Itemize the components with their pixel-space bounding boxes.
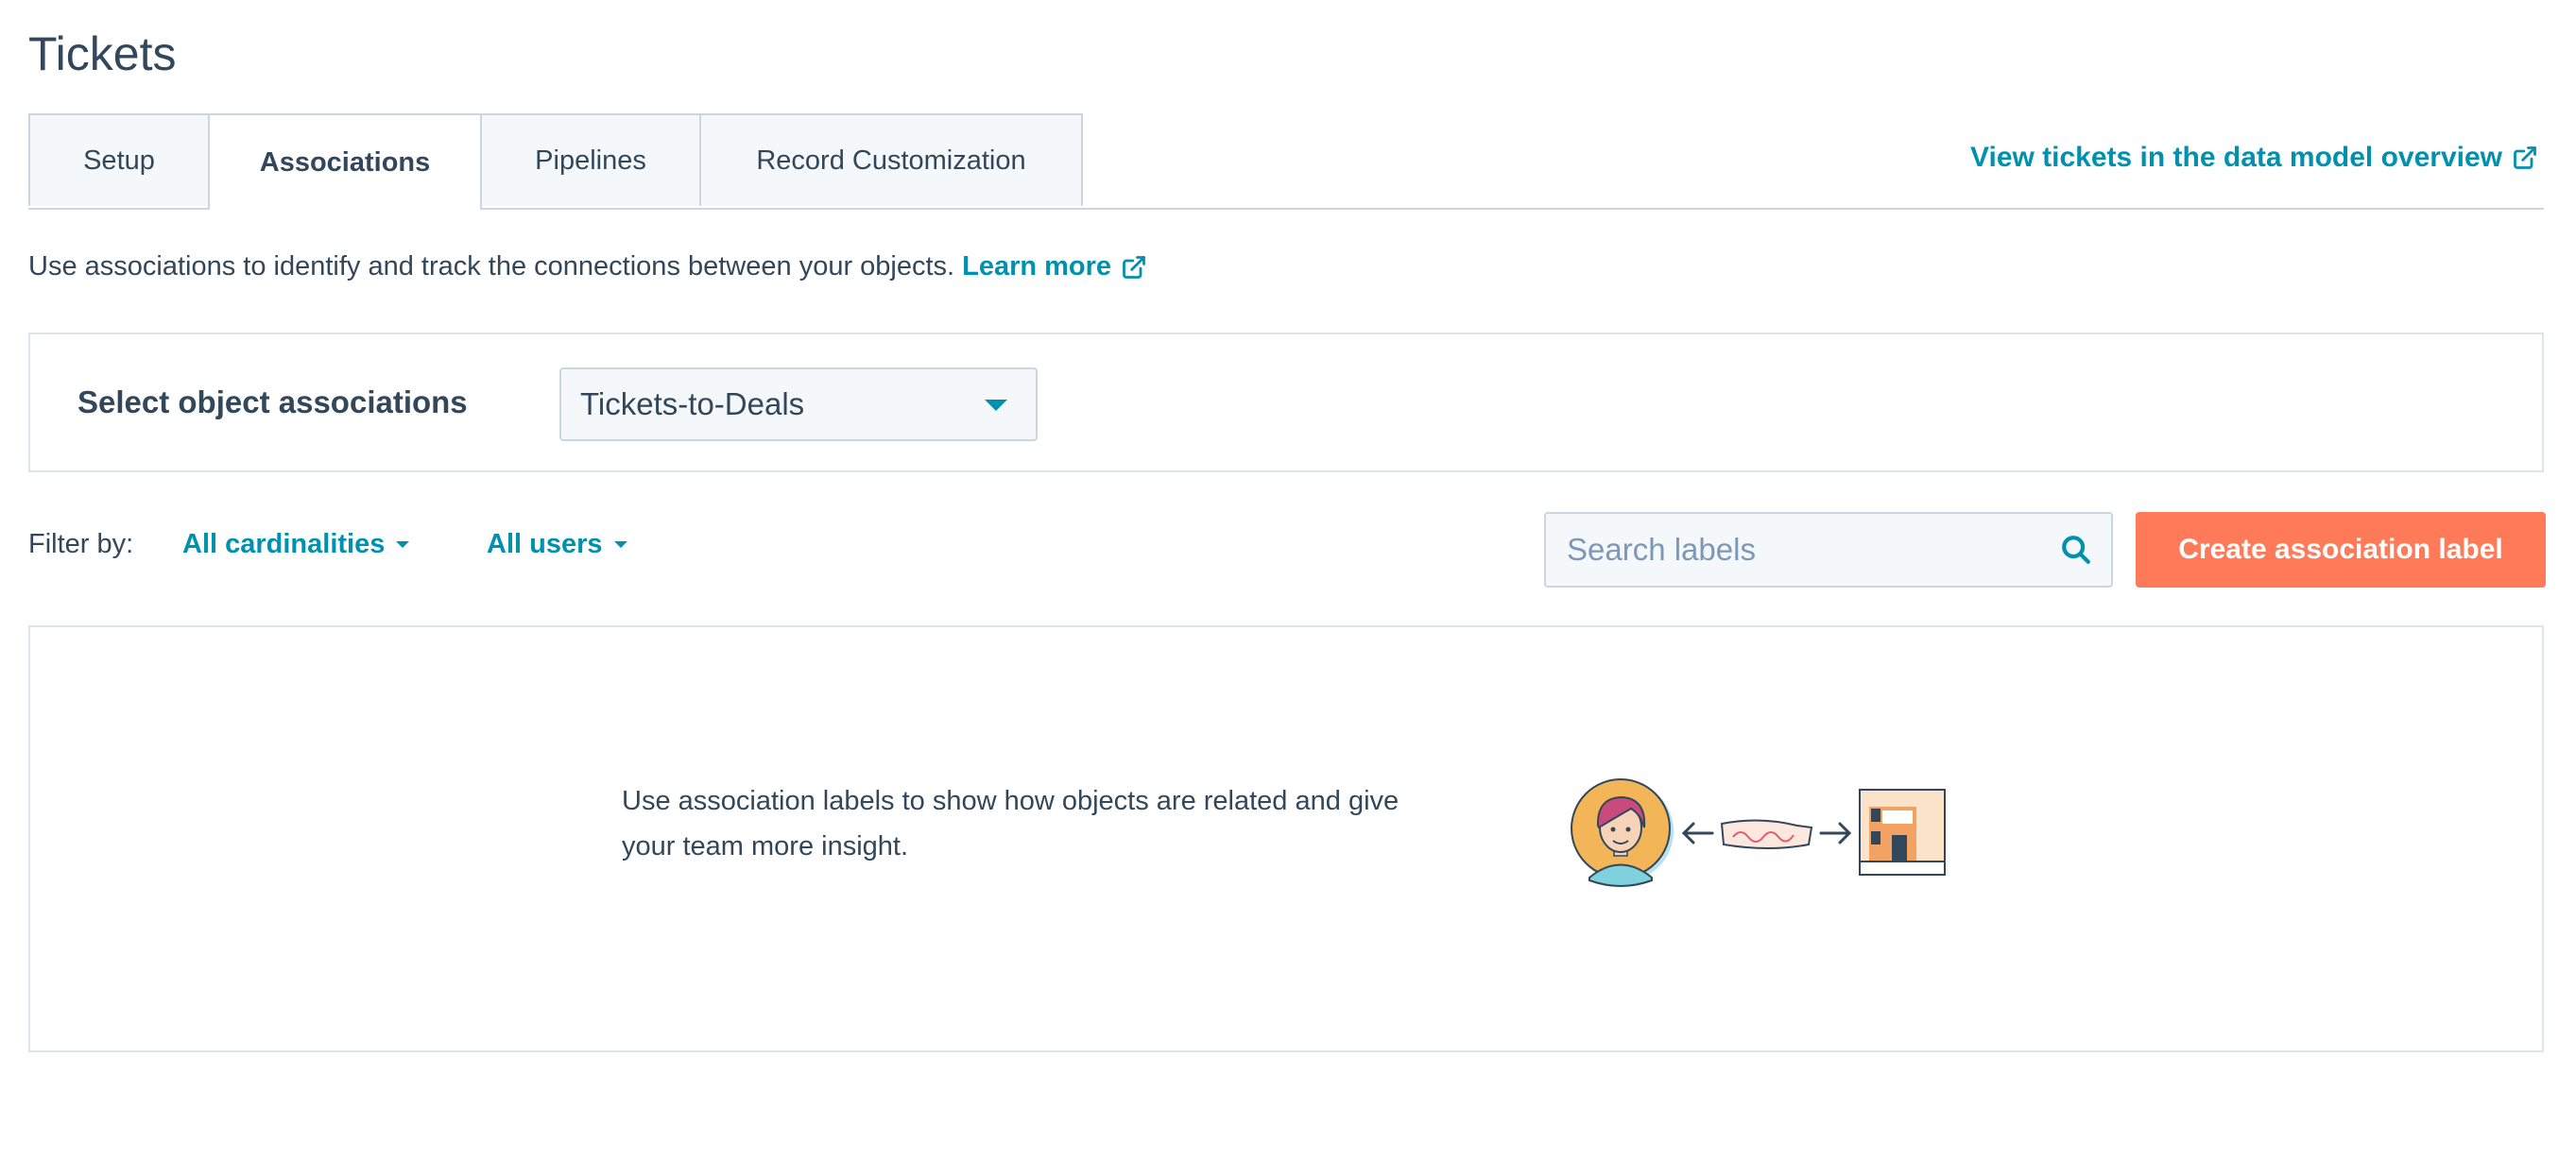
arrow-left-icon	[1681, 822, 1714, 844]
empty-state-panel: Use association labels to show how objec…	[28, 625, 2544, 1052]
ticket-icon	[1720, 819, 1813, 849]
cardinality-filter-label: All cardinalities	[182, 529, 386, 559]
users-filter-label: All users	[487, 529, 603, 559]
caret-down-icon	[396, 541, 410, 548]
associations-intro: Use associations to identify and track t…	[28, 251, 1147, 282]
users-filter-dropdown[interactable]: All users	[487, 529, 627, 560]
external-link-icon	[2514, 146, 2536, 169]
tab-setup[interactable]: Setup	[28, 113, 210, 206]
tab-record-customization[interactable]: Record Customization	[699, 113, 1083, 206]
data-model-overview-link[interactable]: View tickets in the data model overview	[1970, 142, 2538, 174]
filter-by-label: Filter by:	[28, 529, 134, 559]
building-icon	[1859, 789, 1946, 876]
object-associations-select[interactable]: Tickets-to-Deals	[559, 367, 1038, 441]
create-association-label-button[interactable]: Create association label	[2136, 512, 2546, 588]
external-link-icon	[1123, 255, 1145, 279]
intro-text: Use associations to identify and track t…	[28, 251, 955, 281]
data-model-overview-label: View tickets in the data model overview	[1970, 142, 2502, 173]
search-labels-input[interactable]	[1565, 531, 2060, 569]
cardinality-filter-dropdown[interactable]: All cardinalities	[182, 529, 410, 560]
object-associations-label: Select object associations	[77, 384, 468, 419]
caret-down-icon	[985, 400, 1007, 411]
empty-state-text: Use association labels to show how objec…	[622, 786, 1400, 861]
tab-associations[interactable]: Associations	[208, 113, 482, 210]
page-title: Tickets	[28, 27, 177, 80]
object-associations-value: Tickets-to-Deals	[580, 386, 805, 421]
caret-down-icon	[613, 541, 627, 548]
tab-bar: Setup Associations Pipelines Record Cust…	[28, 113, 2544, 210]
object-associations-panel: Select object associations Tickets-to-De…	[28, 333, 2544, 472]
arrow-right-icon	[1819, 822, 1852, 844]
learn-more-label: Learn more	[962, 251, 1112, 281]
search-labels-field[interactable]	[1544, 512, 2113, 588]
tab-pipelines[interactable]: Pipelines	[480, 113, 701, 206]
search-icon[interactable]	[2060, 534, 2092, 566]
learn-more-link[interactable]: Learn more	[962, 251, 1147, 282]
association-illustration	[1571, 778, 1946, 887]
person-avatar-icon	[1571, 778, 1674, 887]
